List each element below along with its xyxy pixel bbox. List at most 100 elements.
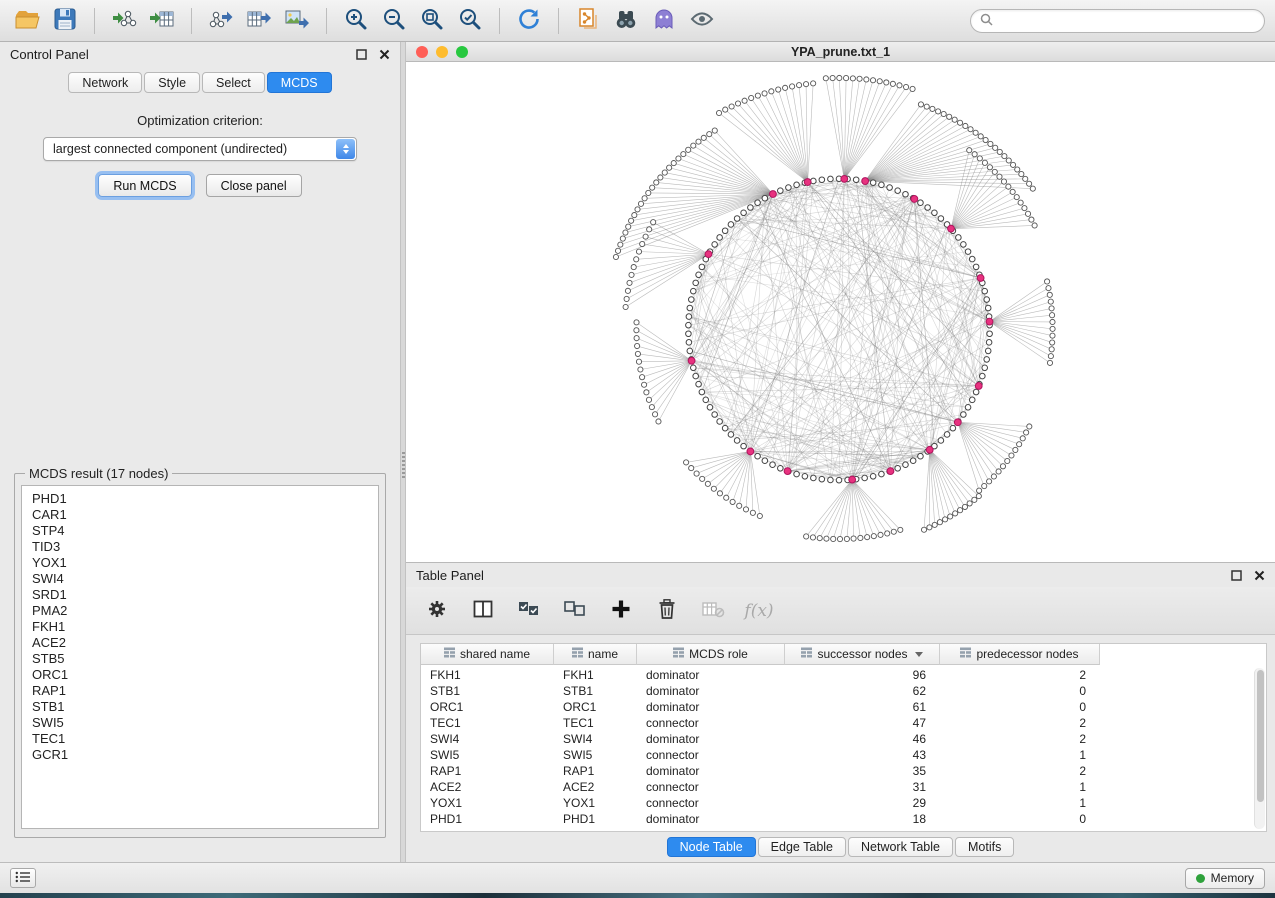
zoom-out-button[interactable]: [377, 4, 411, 38]
search-box[interactable]: [970, 9, 1265, 33]
window-close-button[interactable]: [416, 46, 428, 58]
table-scrollbar[interactable]: [1254, 668, 1265, 829]
close-panel-button[interactable]: [379, 49, 390, 60]
export-image-button[interactable]: [280, 4, 314, 38]
export-table-button[interactable]: [242, 4, 276, 38]
table-cell: 1: [940, 796, 1100, 810]
table-row[interactable]: PHD1PHD1dominator180: [421, 811, 1266, 827]
import-table-disabled-button: [700, 598, 726, 624]
table-row[interactable]: ORC1ORC1dominator610: [421, 699, 1266, 715]
mcds-result-node[interactable]: RAP1: [22, 683, 378, 699]
add-column-button[interactable]: [608, 598, 634, 624]
float-table-panel-button[interactable]: [1231, 570, 1242, 581]
list-icon: [15, 871, 31, 886]
mcds-result-node[interactable]: TID3: [22, 539, 378, 555]
delete-column-button[interactable]: [654, 598, 680, 624]
window-maximize-button[interactable]: [456, 46, 468, 58]
toolbar-separator: [191, 8, 192, 34]
table-cell: connector: [637, 716, 785, 730]
mcds-result-node[interactable]: PHD1: [22, 491, 378, 507]
tab-network-table[interactable]: Network Table: [848, 837, 953, 857]
tab-network[interactable]: Network: [68, 72, 142, 93]
column-header-shared-name[interactable]: shared name: [421, 644, 554, 665]
table-row[interactable]: ACE2ACE2connector311: [421, 779, 1266, 795]
criterion-select[interactable]: largest connected component (undirected): [43, 137, 357, 161]
save-button[interactable]: [48, 4, 82, 38]
mcds-result-node[interactable]: STB5: [22, 651, 378, 667]
mcds-result-list[interactable]: PHD1CAR1STP4TID3YOX1SWI4SRD1PMA2FKH1ACE2…: [21, 485, 379, 829]
mcds-result-node[interactable]: ORC1: [22, 667, 378, 683]
import-network-button[interactable]: [107, 4, 141, 38]
table-row[interactable]: TEC1TEC1connector472: [421, 715, 1266, 731]
mcds-result-node[interactable]: CAR1: [22, 507, 378, 523]
float-panel-button[interactable]: [356, 49, 367, 60]
zoom-selected-button[interactable]: [453, 4, 487, 38]
select-all-button[interactable]: [516, 598, 542, 624]
table-cell: YOX1: [554, 796, 637, 810]
zoom-in-button[interactable]: [339, 4, 373, 38]
table-row[interactable]: SWI4SWI4dominator462: [421, 731, 1266, 747]
clear-selection-icon: [563, 598, 587, 623]
table-row[interactable]: YOX1YOX1connector291: [421, 795, 1266, 811]
main-area: Control Panel NetworkStyleSelectMCDS Opt…: [0, 42, 1275, 862]
style-button[interactable]: [647, 4, 681, 38]
node-table: shared namenameMCDS rolesuccessor nodesp…: [420, 643, 1267, 832]
style-ghost-icon: [651, 6, 677, 35]
control-tabs: NetworkStyleSelectMCDS: [0, 66, 400, 101]
table-cell: STB1: [421, 684, 554, 698]
clone-network-button[interactable]: [571, 4, 605, 38]
mcds-result-node[interactable]: STB1: [22, 699, 378, 715]
clear-selection-button[interactable]: [562, 598, 588, 624]
mcds-result-node[interactable]: PMA2: [22, 603, 378, 619]
run-mcds-button[interactable]: Run MCDS: [98, 174, 191, 197]
table-row[interactable]: RAP1RAP1dominator352: [421, 763, 1266, 779]
tab-style[interactable]: Style: [144, 72, 200, 93]
tab-select[interactable]: Select: [202, 72, 265, 93]
memory-button[interactable]: Memory: [1185, 868, 1265, 889]
tab-mcds[interactable]: MCDS: [267, 72, 332, 93]
mcds-result-node[interactable]: ACE2: [22, 635, 378, 651]
status-menu-button[interactable]: [10, 868, 36, 888]
refresh-button[interactable]: [512, 4, 546, 38]
mcds-result-node[interactable]: SWI5: [22, 715, 378, 731]
export-image-icon: [284, 6, 310, 35]
table-row[interactable]: FKH1FKH1dominator962: [421, 667, 1266, 683]
tab-edge-table[interactable]: Edge Table: [758, 837, 846, 857]
node-table-body: FKH1FKH1dominator962STB1STB1dominator620…: [421, 665, 1266, 831]
network-window-titlebar[interactable]: YPA_prune.txt_1: [406, 42, 1275, 62]
table-row[interactable]: STB1STB1dominator620: [421, 683, 1266, 699]
table-row[interactable]: SWI5SWI5connector431: [421, 747, 1266, 763]
export-network-button[interactable]: [204, 4, 238, 38]
tab-motifs[interactable]: Motifs: [955, 837, 1014, 857]
mcds-result-node[interactable]: SWI4: [22, 571, 378, 587]
column-header-predecessor-nodes[interactable]: predecessor nodes: [940, 644, 1100, 665]
show-columns-button[interactable]: [470, 598, 496, 624]
show-hide-button[interactable]: [685, 4, 719, 38]
import-table-button[interactable]: [145, 4, 179, 38]
close-mcds-panel-button[interactable]: Close panel: [206, 174, 302, 197]
network-svg[interactable]: [406, 62, 1275, 562]
column-header-successor-nodes[interactable]: successor nodes: [785, 644, 940, 665]
window-minimize-button[interactable]: [436, 46, 448, 58]
mcds-result-node[interactable]: TEC1: [22, 731, 378, 747]
table-settings-button[interactable]: [424, 598, 450, 624]
table-cell: PHD1: [554, 812, 637, 826]
table-scrollbar-thumb[interactable]: [1257, 670, 1264, 802]
search-input[interactable]: [999, 14, 1255, 28]
table-cell: ORC1: [421, 700, 554, 714]
tab-node-table[interactable]: Node Table: [667, 837, 756, 857]
zoom-fit-button[interactable]: [415, 4, 449, 38]
close-table-panel-button[interactable]: [1254, 570, 1265, 581]
mcds-result-node[interactable]: SRD1: [22, 587, 378, 603]
table-cell: dominator: [637, 812, 785, 826]
mcds-result-node[interactable]: STP4: [22, 523, 378, 539]
column-header-MCDS-role[interactable]: MCDS role: [637, 644, 785, 665]
mcds-result-node[interactable]: YOX1: [22, 555, 378, 571]
open-file-button[interactable]: [10, 4, 44, 38]
mcds-result-node[interactable]: FKH1: [22, 619, 378, 635]
find-button[interactable]: [609, 4, 643, 38]
network-view[interactable]: [406, 62, 1275, 562]
table-tabs: Node TableEdge TableNetwork TableMotifs: [406, 832, 1275, 862]
mcds-result-node[interactable]: GCR1: [22, 747, 378, 763]
column-header-name[interactable]: name: [554, 644, 637, 665]
